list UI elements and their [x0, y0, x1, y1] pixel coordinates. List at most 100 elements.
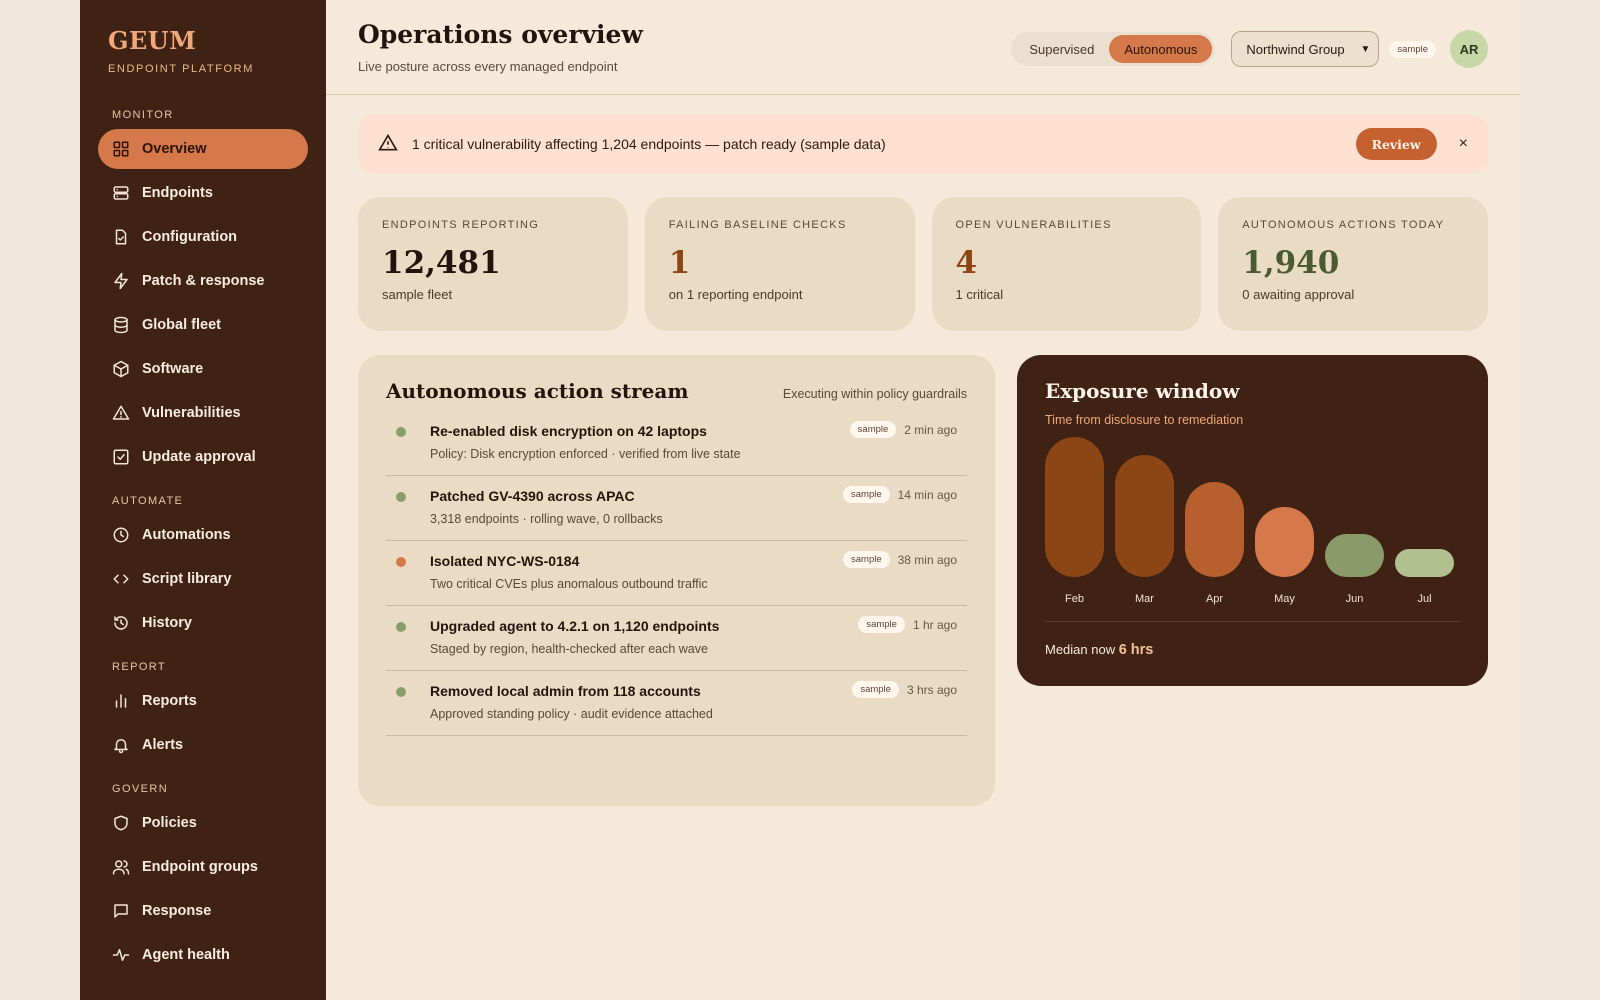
chart-bar: [1325, 534, 1384, 577]
median-readout: Median now 6 hrs: [1045, 642, 1460, 658]
kpi-subtext: 1 critical: [955, 287, 1004, 302]
sidebar-item-label: Reports: [142, 693, 197, 709]
sidebar-item-automations[interactable]: Automations: [98, 515, 308, 555]
avatar[interactable]: AR: [1450, 30, 1488, 68]
exposure-chart: Feb Mar Apr May Jun Jul: [1045, 435, 1460, 605]
median-value: 6 hrs: [1118, 642, 1154, 658]
users-icon: [112, 858, 130, 876]
warning-icon: [378, 133, 412, 156]
status-dot: [396, 622, 406, 632]
chart-tick-label: Jun: [1345, 593, 1364, 605]
event-time: 14 min ago: [897, 487, 957, 502]
database-icon: [112, 316, 130, 334]
event-time: 3 hrs ago: [906, 682, 957, 697]
sidebar-item-label: Policies: [142, 815, 197, 831]
kpi-card: OPEN VULNERABILITIES 4 1 critical: [931, 197, 1202, 331]
close-icon[interactable]: ×: [1459, 135, 1468, 153]
sidebar-item-reports[interactable]: Reports: [98, 681, 308, 721]
sidebar-item-vulnerabilities[interactable]: Vulnerabilities: [98, 393, 308, 433]
kpi-subtext: 0 awaiting approval: [1242, 287, 1355, 302]
chart-tick-label: Mar: [1135, 593, 1154, 605]
kpi-label: OPEN VULNERABILITIES: [955, 219, 1112, 231]
sidebar-item-update-approval[interactable]: Update approval: [98, 437, 308, 477]
sidebar-item-endpoint-groups[interactable]: Endpoint groups: [98, 847, 308, 887]
list-item[interactable]: Upgraded agent to 4.2.1 on 1,120 endpoin…: [386, 606, 967, 671]
list-item[interactable]: Removed local admin from 118 accounts App…: [386, 671, 967, 736]
chart-tick-label: Feb: [1065, 593, 1084, 605]
mode-toggle: Supervised Autonomous: [1011, 32, 1216, 66]
list-item[interactable]: Patched GV-4390 across APAC 3,318 endpoin…: [386, 476, 967, 541]
sidebar-item-global-fleet[interactable]: Global fleet: [98, 305, 308, 345]
event-description: Staged by region, health-checked after e…: [430, 642, 708, 656]
list-item[interactable]: Isolated NYC-WS-0184 Two critical CVEs pl…: [386, 541, 967, 606]
sidebar-item-label: Overview: [142, 141, 207, 157]
kpi-card: AUTONOMOUS ACTIONS TODAY 1,940 0 awaiting …: [1218, 197, 1488, 331]
shield-icon: [112, 814, 130, 832]
status-dot: [396, 427, 406, 437]
chart-tick-label: Jul: [1417, 593, 1432, 605]
sidebar-item-response[interactable]: Response: [98, 891, 308, 931]
nav-section-label: REPORT: [112, 661, 167, 673]
sidebar-item-alerts[interactable]: Alerts: [98, 725, 308, 765]
kpi-subtext: on 1 reporting endpoint: [668, 287, 803, 302]
bell-icon: [112, 736, 130, 754]
code-icon: [112, 570, 130, 588]
sidebar-item-overview[interactable]: Overview: [98, 129, 308, 169]
kpi-subtext: sample fleet: [382, 287, 453, 302]
topbar: Operations overview Live posture across …: [326, 0, 1520, 95]
chart-bar: [1255, 507, 1314, 577]
exposure-card: Exposure window Time from disclosure to …: [1017, 355, 1488, 686]
kpi-value: 1: [668, 245, 691, 281]
warning-icon: [112, 404, 130, 422]
brand-name: GEUM: [108, 26, 197, 55]
stream-title: Autonomous action stream: [386, 379, 689, 403]
page-title: Operations overview: [358, 20, 643, 49]
event-time: 2 min ago: [904, 422, 957, 437]
sidebar-item-label: Endpoints: [142, 185, 213, 201]
sample-badge: sample: [849, 421, 897, 438]
clock-icon: [112, 526, 130, 544]
kpi-row: ENDPOINTS REPORTING 12,481 sample fleet FAI…: [358, 197, 1488, 331]
exposure-title: Exposure window: [1045, 379, 1240, 403]
mode-autonomous-button[interactable]: Autonomous: [1109, 35, 1213, 63]
chart-bar: [1115, 455, 1174, 577]
status-dot: [396, 557, 406, 567]
nav-section-label: MONITOR: [112, 109, 174, 121]
sidebar-item-endpoints[interactable]: Endpoints: [98, 173, 308, 213]
checkbox-icon: [112, 448, 130, 466]
sidebar-item-policies[interactable]: Policies: [98, 803, 308, 843]
sidebar-item-label: Software: [142, 361, 204, 377]
kpi-card: FAILING BASELINE CHECKS 1 on 1 reporting e…: [644, 197, 915, 331]
event-description: Policy: Disk encryption enforced · verif…: [430, 447, 741, 461]
kpi-value: 12,481: [382, 245, 501, 281]
chart-tick-label: Apr: [1205, 593, 1224, 605]
event-time: 1 hr ago: [912, 617, 957, 632]
sidebar-item-label: Global fleet: [142, 317, 221, 333]
chart-bar: [1395, 549, 1454, 577]
pulse-icon: [112, 946, 130, 964]
mode-supervised-button[interactable]: Supervised: [1014, 35, 1109, 63]
bar-chart-icon: [112, 692, 130, 710]
sidebar-item-label: Vulnerabilities: [142, 405, 241, 421]
alert-text: 1 critical vulnerability affecting 1,204…: [412, 136, 886, 152]
review-button[interactable]: Review: [1355, 128, 1437, 160]
sidebar-item-patch-response[interactable]: Patch & response: [98, 261, 308, 301]
sidebar-item-software[interactable]: Software: [98, 349, 308, 389]
sidebar-item-script-library[interactable]: Script library: [98, 559, 308, 599]
main: Operations overview Live posture across …: [326, 0, 1520, 1000]
brand: GEUM ENDPOINT PLATFORM: [98, 26, 308, 75]
sidebar-item-agent-health[interactable]: Agent health: [98, 935, 308, 975]
sample-badge: sample: [1389, 40, 1436, 58]
list-item[interactable]: Re-enabled disk encryption on 42 laptops…: [386, 411, 967, 476]
sidebar-item-label: Alerts: [142, 737, 184, 753]
kpi-card: ENDPOINTS REPORTING 12,481 sample fleet: [358, 197, 628, 331]
status-dot: [396, 492, 406, 502]
median-label: Median now: [1045, 642, 1119, 657]
kpi-label: AUTONOMOUS ACTIONS TODAY: [1242, 219, 1445, 231]
sidebar-item-history[interactable]: History: [98, 603, 308, 643]
event-description: Approved standing policy · audit evidenc…: [430, 707, 713, 721]
sidebar-item-configuration[interactable]: Configuration: [98, 217, 308, 257]
org-select[interactable]: Northwind Group ▼: [1231, 31, 1380, 67]
nav-section-label: AUTOMATE: [112, 495, 184, 507]
sidebar-item-label: Patch & response: [142, 273, 265, 289]
